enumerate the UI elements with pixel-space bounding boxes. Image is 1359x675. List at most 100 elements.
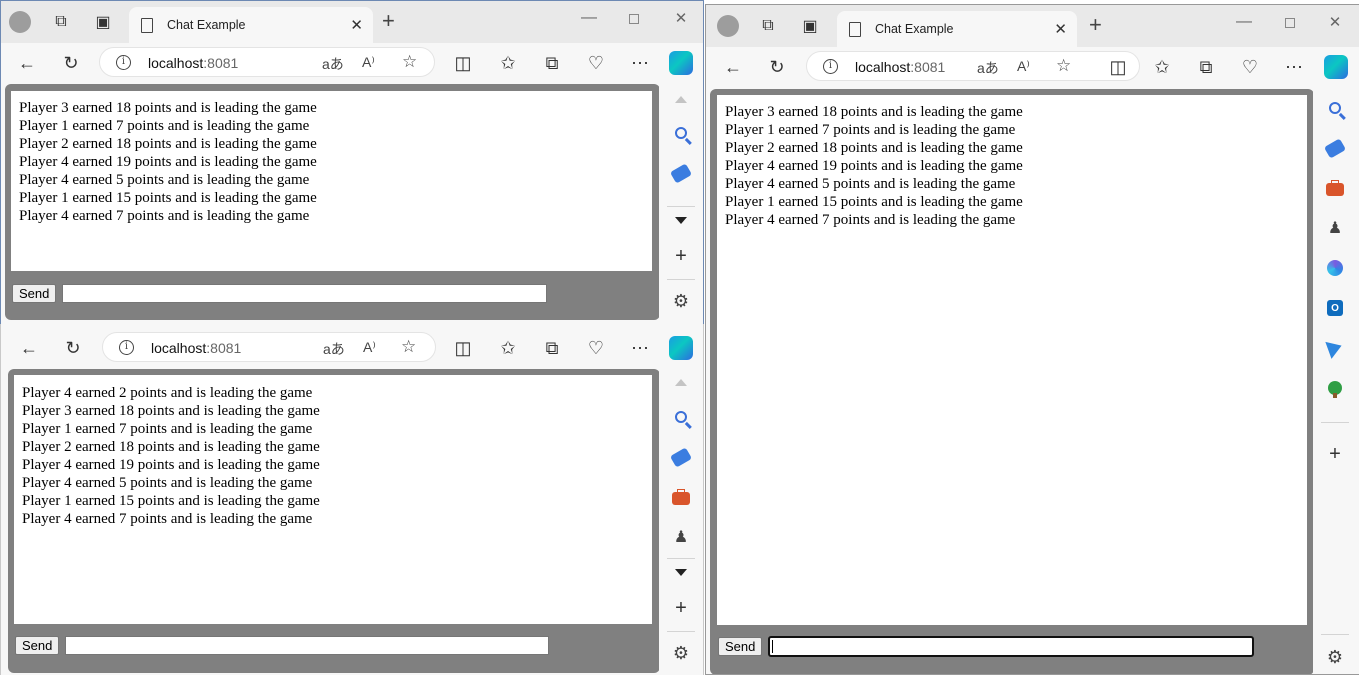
more-icon[interactable]: ⋯ [628, 336, 652, 360]
add-icon[interactable]: + [670, 597, 692, 619]
tools-icon[interactable] [1324, 178, 1346, 200]
back-icon[interactable]: ← [721, 55, 745, 79]
message-input[interactable] [65, 636, 549, 655]
tools-icon[interactable] [670, 487, 692, 509]
collections-icon[interactable]: ⧉ [540, 51, 564, 75]
tab-actions-icon[interactable]: ▣ [798, 14, 822, 38]
chat-log: Player 3 earned 18 points and is leading… [717, 95, 1307, 625]
favorite-star-icon[interactable]: ☆ [402, 52, 417, 72]
log-line: Player 4 earned 5 points and is leading … [725, 176, 1016, 192]
tab-chat-example[interactable]: Chat Example ✕ [837, 11, 1077, 47]
log-line: Player 1 earned 15 points and is leading… [22, 493, 320, 509]
split-screen-icon[interactable]: ◫ [1106, 55, 1130, 79]
sidebar-divider [1321, 634, 1349, 635]
shopping-icon[interactable] [669, 162, 693, 184]
send-button[interactable]: Send [15, 636, 60, 655]
browser-toolbar: ← ↻ i localhost:8081 aあ A⁾ ☆ ◫ ✩ ⧉ ♡ ⋯ [706, 47, 1359, 89]
address-bar[interactable]: i localhost:8081 aあ A⁾ ☆ [99, 47, 435, 77]
site-info-icon[interactable]: i [119, 340, 134, 355]
refresh-icon[interactable]: ↻ [59, 51, 83, 75]
minimize-button[interactable]: — [579, 9, 599, 27]
tree-icon[interactable] [1324, 377, 1346, 399]
close-tab-icon[interactable]: ✕ [350, 16, 363, 34]
translate-icon[interactable]: aあ [977, 58, 999, 78]
log-line: Player 4 earned 7 points and is leading … [19, 208, 310, 224]
workspaces-icon[interactable]: ⧉ [756, 14, 780, 38]
profile-avatar[interactable] [717, 15, 739, 37]
favorites-icon[interactable]: ✩ [1150, 55, 1174, 79]
refresh-icon[interactable]: ↻ [61, 336, 85, 360]
games-icon[interactable]: ♟ [670, 526, 692, 548]
more-icon[interactable]: ⋯ [1282, 55, 1306, 79]
address-bar[interactable]: i localhost:8081 aあ A⁾ ☆ [102, 332, 436, 362]
log-line: Player 2 earned 18 points and is leading… [22, 439, 320, 455]
maximize-button[interactable] [1285, 18, 1295, 28]
back-icon[interactable]: ← [17, 336, 41, 360]
favorites-icon[interactable]: ✩ [496, 51, 520, 75]
copilot-icon[interactable] [669, 336, 693, 360]
new-tab-button[interactable]: + [1089, 14, 1102, 36]
favorite-star-icon[interactable]: ☆ [401, 337, 416, 357]
tab-chat-example[interactable]: Chat Example ✕ [129, 7, 373, 43]
browser-essentials-icon[interactable]: ♡ [584, 51, 608, 75]
search-icon[interactable] [1324, 97, 1346, 119]
settings-icon[interactable]: ⚙ [1324, 646, 1346, 668]
scroll-down-icon[interactable] [670, 209, 692, 231]
scroll-down-icon[interactable] [670, 561, 692, 583]
back-icon[interactable]: ← [15, 51, 39, 75]
new-tab-button[interactable]: + [382, 10, 395, 32]
refresh-icon[interactable]: ↻ [765, 55, 789, 79]
browser-essentials-icon[interactable]: ♡ [584, 336, 608, 360]
minimize-button[interactable]: — [1234, 13, 1254, 31]
favorite-star-icon[interactable]: ☆ [1056, 56, 1071, 76]
read-aloud-icon[interactable]: A⁾ [362, 54, 375, 71]
split-screen-icon[interactable]: ◫ [451, 336, 475, 360]
settings-icon[interactable]: ⚙ [670, 642, 692, 664]
shopping-icon[interactable] [669, 446, 693, 468]
maximize-button[interactable] [629, 14, 639, 24]
scroll-up-icon[interactable] [670, 371, 692, 393]
close-window-button[interactable]: ✕ [1325, 13, 1345, 31]
microsoft-365-icon[interactable] [1324, 257, 1346, 279]
add-icon[interactable]: + [670, 245, 692, 267]
read-aloud-icon[interactable]: A⁾ [1017, 58, 1030, 75]
scroll-up-icon[interactable] [670, 88, 692, 110]
search-icon[interactable] [670, 122, 692, 144]
translate-icon[interactable]: aあ [323, 339, 345, 359]
page-content: Player 3 earned 18 points and is leading… [5, 84, 660, 320]
settings-icon[interactable]: ⚙ [670, 290, 692, 312]
send-button[interactable]: Send [718, 637, 763, 656]
search-icon[interactable] [670, 406, 692, 428]
workspaces-icon[interactable]: ⧉ [49, 10, 73, 34]
log-line: Player 1 earned 7 points and is leading … [725, 122, 1016, 138]
message-input[interactable] [768, 636, 1254, 657]
log-line: Player 2 earned 18 points and is leading… [725, 140, 1023, 156]
collections-icon[interactable]: ⧉ [1194, 55, 1218, 79]
outlook-icon[interactable]: O [1324, 297, 1346, 319]
copilot-icon[interactable] [1324, 55, 1348, 79]
browser-essentials-icon[interactable]: ♡ [1238, 55, 1262, 79]
close-tab-icon[interactable]: ✕ [1054, 20, 1067, 38]
message-input[interactable] [62, 284, 547, 303]
tab-actions-icon[interactable]: ▣ [91, 10, 115, 34]
more-icon[interactable]: ⋯ [628, 51, 652, 75]
site-info-icon[interactable]: i [116, 55, 131, 70]
drop-icon[interactable] [1324, 337, 1346, 359]
copilot-icon[interactable] [669, 51, 693, 75]
browser-toolbar: ← ↻ i localhost:8081 aあ A⁾ ☆ ◫ ✩ ⧉ ♡ ⋯ [1, 328, 703, 370]
split-screen-icon[interactable]: ◫ [451, 51, 475, 75]
collections-icon[interactable]: ⧉ [540, 336, 564, 360]
send-button[interactable]: Send [12, 284, 57, 303]
site-info-icon[interactable]: i [823, 59, 838, 74]
games-icon[interactable]: ♟ [1324, 217, 1346, 239]
favorites-icon[interactable]: ✩ [496, 336, 520, 360]
profile-avatar[interactable] [9, 11, 31, 33]
tab-title: Chat Example [167, 18, 246, 32]
address-bar[interactable]: i localhost:8081 aあ A⁾ ☆ [806, 51, 1140, 81]
translate-icon[interactable]: aあ [322, 54, 344, 74]
close-window-button[interactable]: ✕ [671, 9, 691, 27]
page-icon [141, 17, 153, 33]
shopping-icon[interactable] [1323, 137, 1347, 159]
read-aloud-icon[interactable]: A⁾ [363, 339, 376, 356]
add-icon[interactable]: + [1324, 443, 1346, 465]
